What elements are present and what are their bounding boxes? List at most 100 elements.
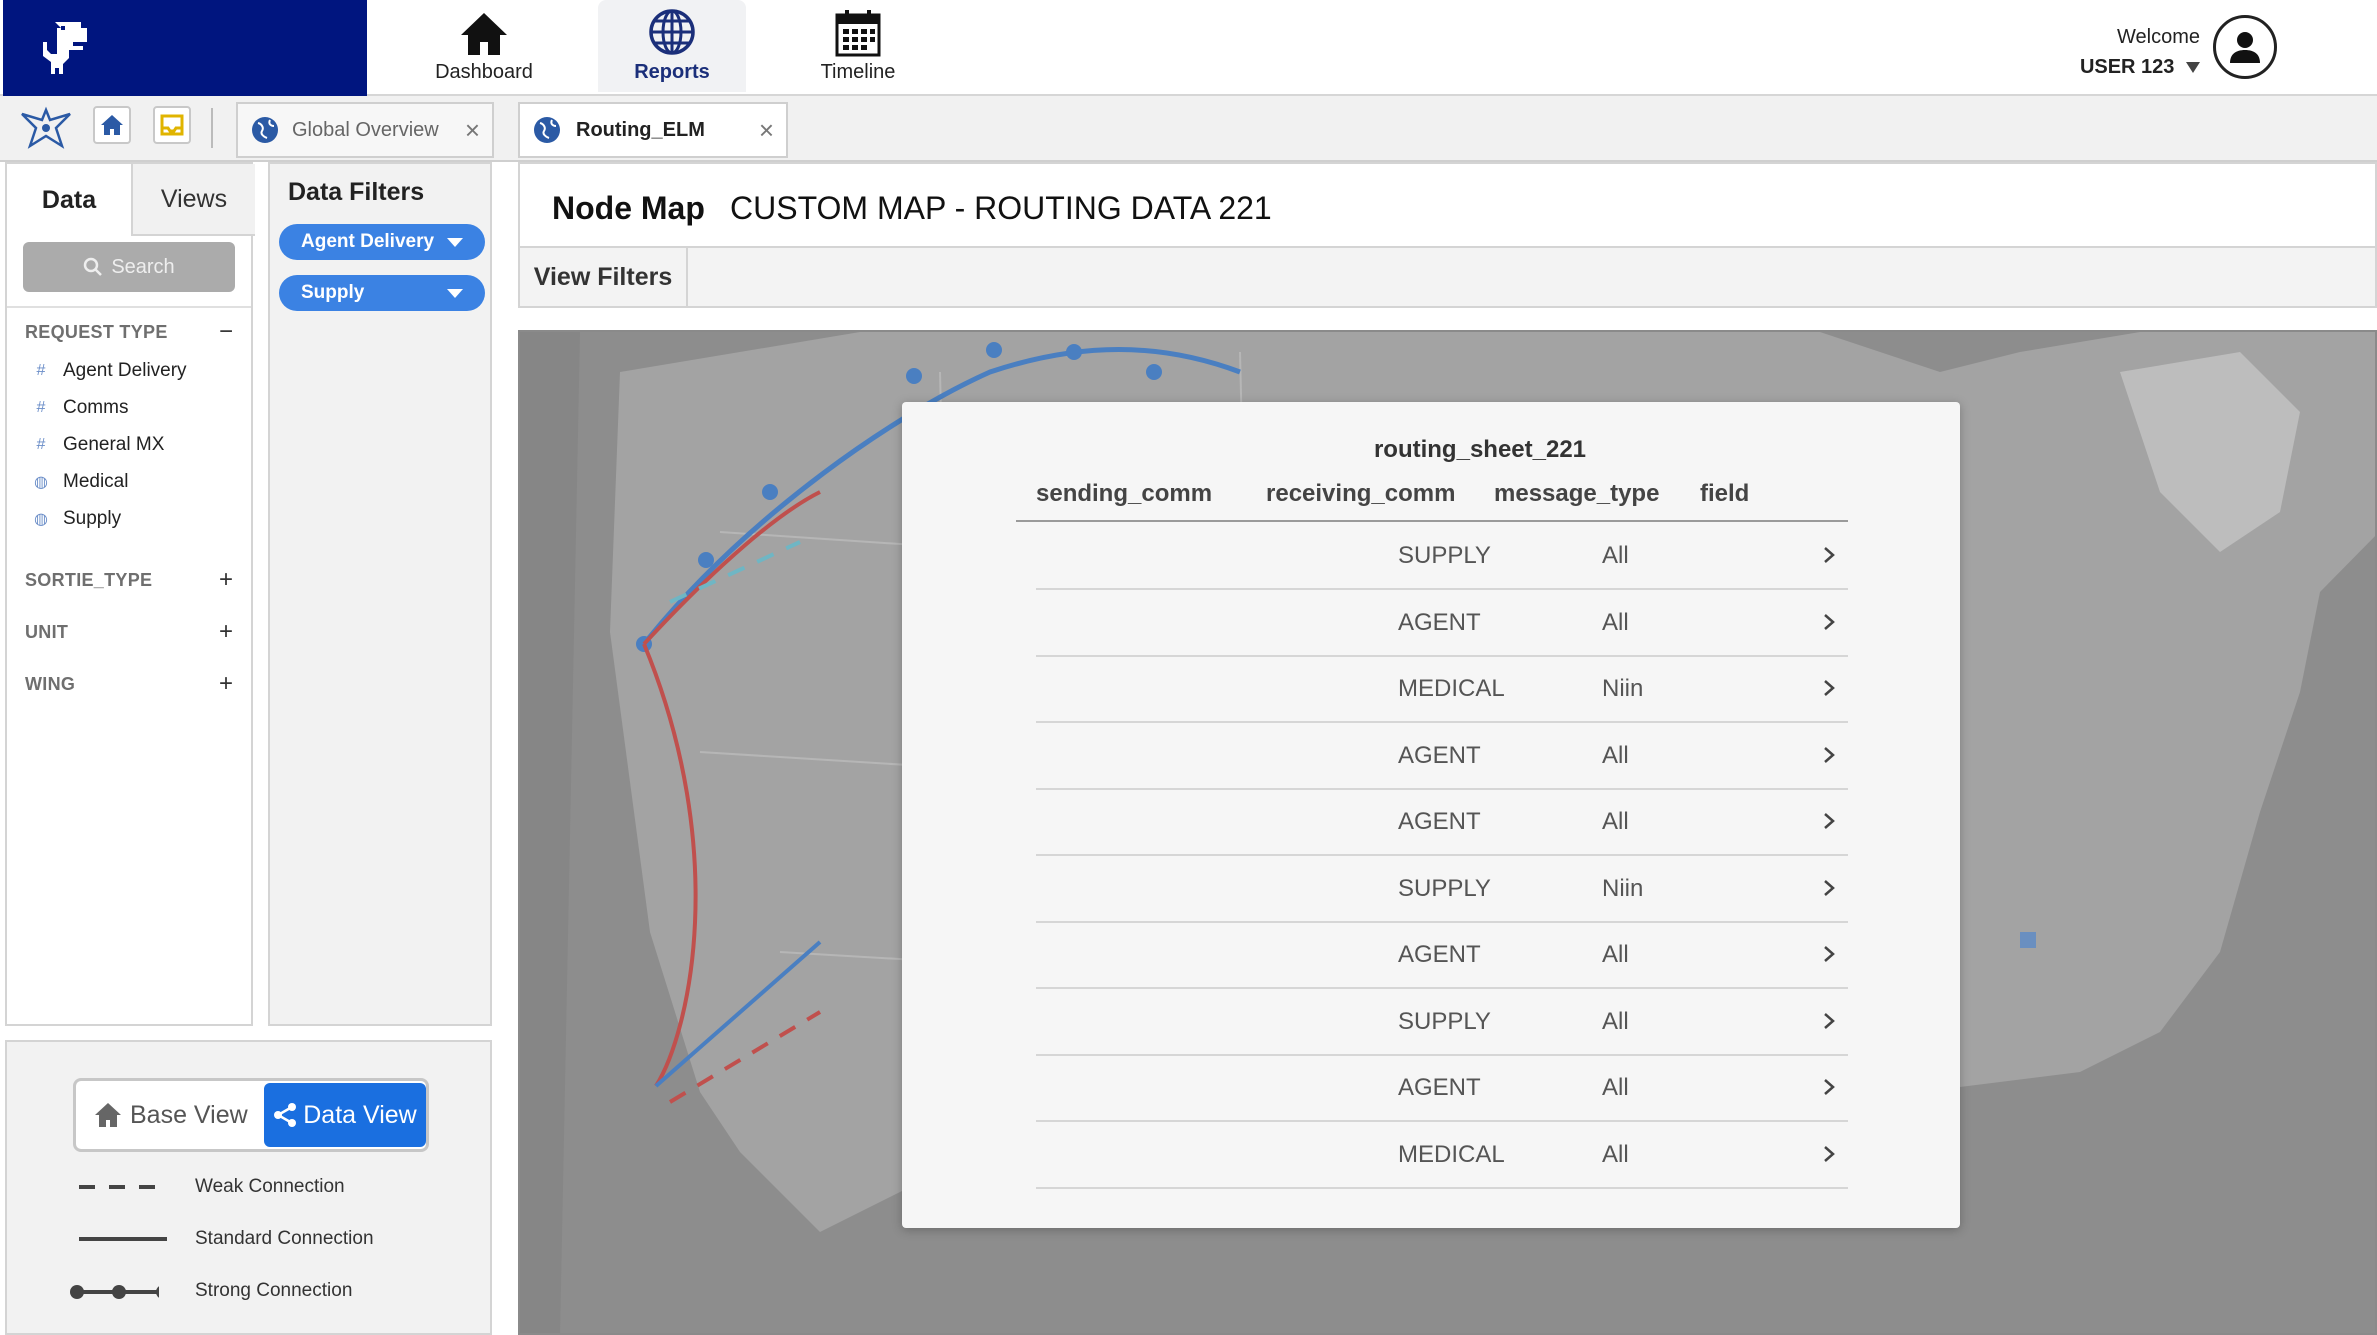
base-view-button[interactable]: Base View [94, 1093, 248, 1137]
view-filters-button[interactable]: View Filters [520, 248, 688, 306]
table-row[interactable]: SUPPLY All [1036, 524, 1848, 590]
data-view-button[interactable]: Data View [264, 1083, 426, 1147]
type-item-agent-delivery[interactable]: # Agent Delivery [33, 360, 187, 382]
type-item-label: Supply [63, 508, 122, 529]
field-cell: All [1602, 1074, 1629, 1101]
toolbar-divider [211, 108, 213, 148]
message-type-cell: SUPPLY [1398, 1007, 1491, 1035]
view-toggle: Base View Data View [73, 1078, 429, 1152]
collapse-icon[interactable]: − [219, 320, 233, 344]
table-row[interactable]: AGENT All [1036, 923, 1848, 989]
tab-global-overview[interactable]: Global Overview × [236, 102, 494, 158]
field-cell: All [1602, 1140, 1629, 1168]
field-cell: All [1602, 542, 1629, 569]
type-item-general-mx[interactable]: # General MX [33, 434, 165, 456]
inbox-icon [160, 114, 184, 136]
inbox-button[interactable] [153, 106, 191, 144]
user-menu[interactable]: Welcome USER 123 [2060, 22, 2200, 82]
chevron-right-icon[interactable] [1814, 740, 1844, 770]
type-item-supply[interactable]: ◍ Supply [33, 508, 121, 530]
column-header-receiving-comm[interactable]: receiving_comm [1266, 480, 1455, 508]
column-header-sending-comm[interactable]: sending_comm [1036, 480, 1212, 508]
home-button[interactable] [93, 106, 131, 144]
section-request-type[interactable]: REQUEST TYPE [25, 322, 168, 343]
table-row[interactable]: SUPPLY Niin [1036, 857, 1848, 923]
chip-label: Supply [301, 282, 365, 303]
legend-panel: Base View Data View Weak Connection Stan… [5, 1040, 492, 1335]
column-header-field[interactable]: field [1700, 480, 1749, 508]
section-unit[interactable]: UNIT [25, 622, 68, 643]
chevron-right-icon[interactable] [1814, 1072, 1844, 1102]
chevron-right-icon[interactable] [1814, 607, 1844, 637]
type-item-comms[interactable]: # Comms [33, 397, 129, 419]
routing-sheet-modal: routing_sheet_221 sending_comm receiving… [902, 402, 1960, 1228]
message-type-cell: MEDICAL [1398, 675, 1505, 702]
type-item-medical[interactable]: ◍ Medical [33, 471, 128, 493]
home-icon [101, 115, 123, 135]
table-row[interactable]: MEDICAL Niin [1036, 657, 1848, 723]
column-header-message-type[interactable]: message_type [1494, 480, 1659, 508]
filter-chip-supply[interactable]: Supply [279, 275, 485, 311]
chevron-right-icon[interactable] [1814, 1139, 1844, 1169]
expand-icon[interactable]: + [219, 620, 233, 644]
chevron-right-icon[interactable] [1814, 806, 1844, 836]
close-icon[interactable]: × [759, 117, 774, 143]
expand-icon[interactable]: + [219, 568, 233, 592]
home-icon [461, 13, 507, 55]
calendar-icon [835, 10, 881, 57]
globe-icon [649, 9, 695, 55]
legend-strong-label: Strong Connection [195, 1280, 353, 1301]
tab-routing-elm[interactable]: Routing_ELM × [518, 102, 788, 158]
field-cell: All [1602, 1007, 1629, 1035]
chevron-right-icon[interactable] [1814, 540, 1844, 570]
section-wing[interactable]: WING [25, 674, 75, 695]
table-row[interactable]: MEDICAL All [1036, 1123, 1848, 1189]
view-filters-bar: View Filters [518, 248, 2377, 308]
expand-icon[interactable]: + [219, 672, 233, 696]
chevron-right-icon[interactable] [1814, 1006, 1844, 1036]
chevron-right-icon[interactable] [1814, 873, 1844, 903]
table-row[interactable]: AGENT All [1036, 1056, 1848, 1122]
message-type-cell: MEDICAL [1398, 1140, 1505, 1168]
message-type-cell: AGENT [1398, 741, 1481, 769]
close-icon[interactable]: × [465, 117, 480, 143]
air-force-logo-icon [20, 104, 72, 157]
map-title: CUSTOM MAP - ROUTING DATA 221 [730, 190, 1272, 226]
table-row[interactable]: SUPPLY All [1036, 990, 1848, 1056]
data-filters-panel: Data Filters Agent Delivery Supply [268, 162, 492, 1026]
table-row[interactable]: AGENT All [1036, 724, 1848, 790]
app-logo[interactable] [3, 0, 367, 96]
divider [7, 306, 251, 308]
caret-down-icon[interactable] [2186, 62, 2200, 74]
message-type-cell: SUPPLY [1398, 542, 1491, 569]
avatar[interactable] [2213, 15, 2277, 79]
legend-standard-label: Standard Connection [195, 1228, 374, 1249]
tab-data[interactable]: Data [7, 164, 131, 236]
field-cell: All [1602, 741, 1629, 769]
standard-connection-line [79, 1237, 167, 1241]
caret-down-icon [447, 289, 463, 298]
section-sortie-type[interactable]: SORTIE_TYPE [25, 570, 152, 591]
dino-logo-icon [43, 22, 87, 74]
nav-reports[interactable]: Reports [598, 0, 746, 92]
nav-dashboard-label: Dashboard [435, 61, 533, 83]
nav-dashboard[interactable]: Dashboard [410, 0, 558, 92]
header-divider [1016, 520, 1848, 522]
nav-timeline[interactable]: Timeline [784, 0, 932, 92]
nav-timeline-label: Timeline [820, 61, 896, 83]
type-item-label: Medical [63, 471, 129, 492]
message-type-cell: AGENT [1398, 608, 1481, 636]
strong-connection-line [70, 1285, 159, 1299]
search-button[interactable]: Search [23, 242, 235, 292]
globe-icon [534, 117, 560, 143]
table-row[interactable]: AGENT All [1036, 591, 1848, 657]
tab-views[interactable]: Views [131, 164, 255, 236]
base-view-label: Base View [130, 1100, 248, 1129]
table-row[interactable]: AGENT All [1036, 790, 1848, 856]
map-header: Node Map CUSTOM MAP - ROUTING DATA 221 [518, 162, 2377, 248]
chevron-right-icon[interactable] [1814, 939, 1844, 969]
search-label: Search [111, 255, 175, 278]
top-navigation-bar: Dashboard Reports Timeline Welcome USER … [0, 0, 2377, 96]
chevron-right-icon[interactable] [1814, 673, 1844, 703]
filter-chip-agent-delivery[interactable]: Agent Delivery [279, 224, 485, 260]
